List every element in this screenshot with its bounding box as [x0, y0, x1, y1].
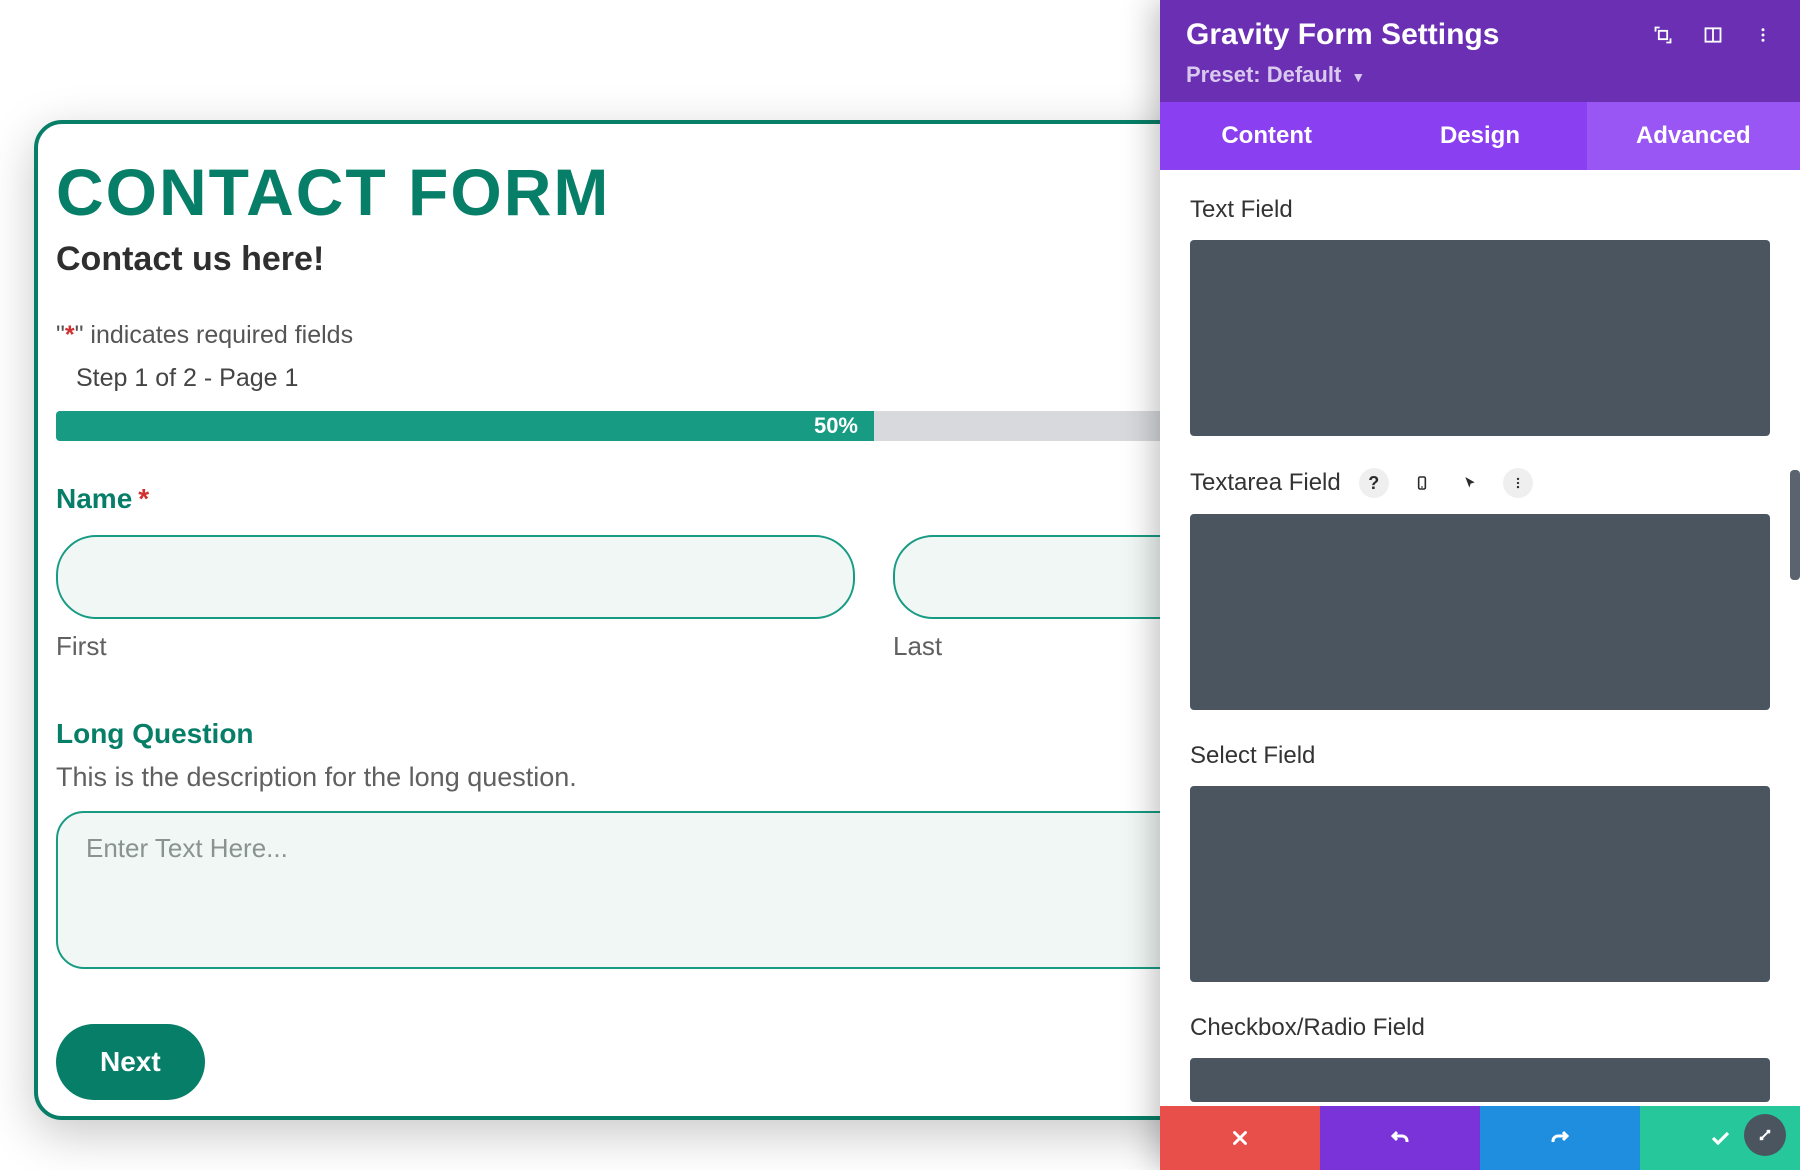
cursor-icon[interactable] [1455, 468, 1485, 498]
progress-fill: 50% [56, 411, 874, 441]
cancel-button[interactable] [1160, 1106, 1320, 1170]
required-quote-open: " [56, 321, 65, 349]
select-field-code-box[interactable] [1190, 786, 1770, 982]
required-quote-rest: " indicates required fields [75, 321, 353, 349]
tab-content[interactable]: Content [1160, 102, 1373, 170]
panel-title: Gravity Form Settings [1186, 18, 1499, 52]
expand-icon[interactable] [1652, 24, 1674, 46]
first-name-input[interactable] [56, 535, 855, 619]
first-name-sublabel: First [56, 631, 855, 662]
redo-button[interactable] [1480, 1106, 1640, 1170]
help-icon[interactable]: ? [1359, 468, 1389, 498]
undo-button[interactable] [1320, 1106, 1480, 1170]
columns-icon[interactable] [1702, 24, 1724, 46]
name-required-marker: * [138, 483, 149, 514]
setting-label-text-field: Text Field [1190, 196, 1293, 224]
panel-header: Gravity Form Settings Preset: Default ▼ [1160, 0, 1800, 102]
setting-select-field: Select Field [1190, 742, 1770, 982]
setting-label-checkbox-radio-field: Checkbox/Radio Field [1190, 1014, 1425, 1042]
preset-label: Preset: Default [1186, 62, 1341, 87]
panel-header-icons [1652, 24, 1774, 46]
field-kebab-icon[interactable] [1503, 468, 1533, 498]
textarea-field-code-box[interactable] [1190, 514, 1770, 710]
progress-text: 50% [814, 413, 858, 439]
resize-handle-icon[interactable] [1744, 1114, 1786, 1156]
setting-text-field: Text Field [1190, 196, 1770, 436]
kebab-icon[interactable] [1752, 24, 1774, 46]
setting-textarea-field: Textarea Field ? [1190, 468, 1770, 710]
tab-advanced[interactable]: Advanced [1587, 102, 1800, 170]
tab-design[interactable]: Design [1373, 102, 1586, 170]
mobile-icon[interactable] [1407, 468, 1437, 498]
preset-caret-icon: ▼ [1351, 69, 1365, 85]
setting-label-select-field: Select Field [1190, 742, 1315, 770]
settings-panel: Gravity Form Settings Preset: Default ▼ … [1160, 0, 1800, 1170]
tab-bar: Content Design Advanced [1160, 102, 1800, 170]
next-button[interactable]: Next [56, 1024, 205, 1100]
name-label-text: Name [56, 483, 132, 514]
panel-scrollbar-thumb[interactable] [1790, 470, 1800, 580]
preset-selector[interactable]: Preset: Default ▼ [1186, 62, 1774, 88]
text-field-code-box[interactable] [1190, 240, 1770, 436]
checkbox-radio-code-box[interactable] [1190, 1058, 1770, 1102]
panel-footer [1160, 1106, 1800, 1170]
required-star: * [65, 321, 75, 349]
panel-body[interactable]: Text Field Textarea Field ? [1160, 170, 1800, 1106]
setting-checkbox-radio-field: Checkbox/Radio Field [1190, 1014, 1770, 1102]
first-name-col: First [56, 535, 855, 662]
setting-label-textarea-field: Textarea Field [1190, 469, 1341, 497]
